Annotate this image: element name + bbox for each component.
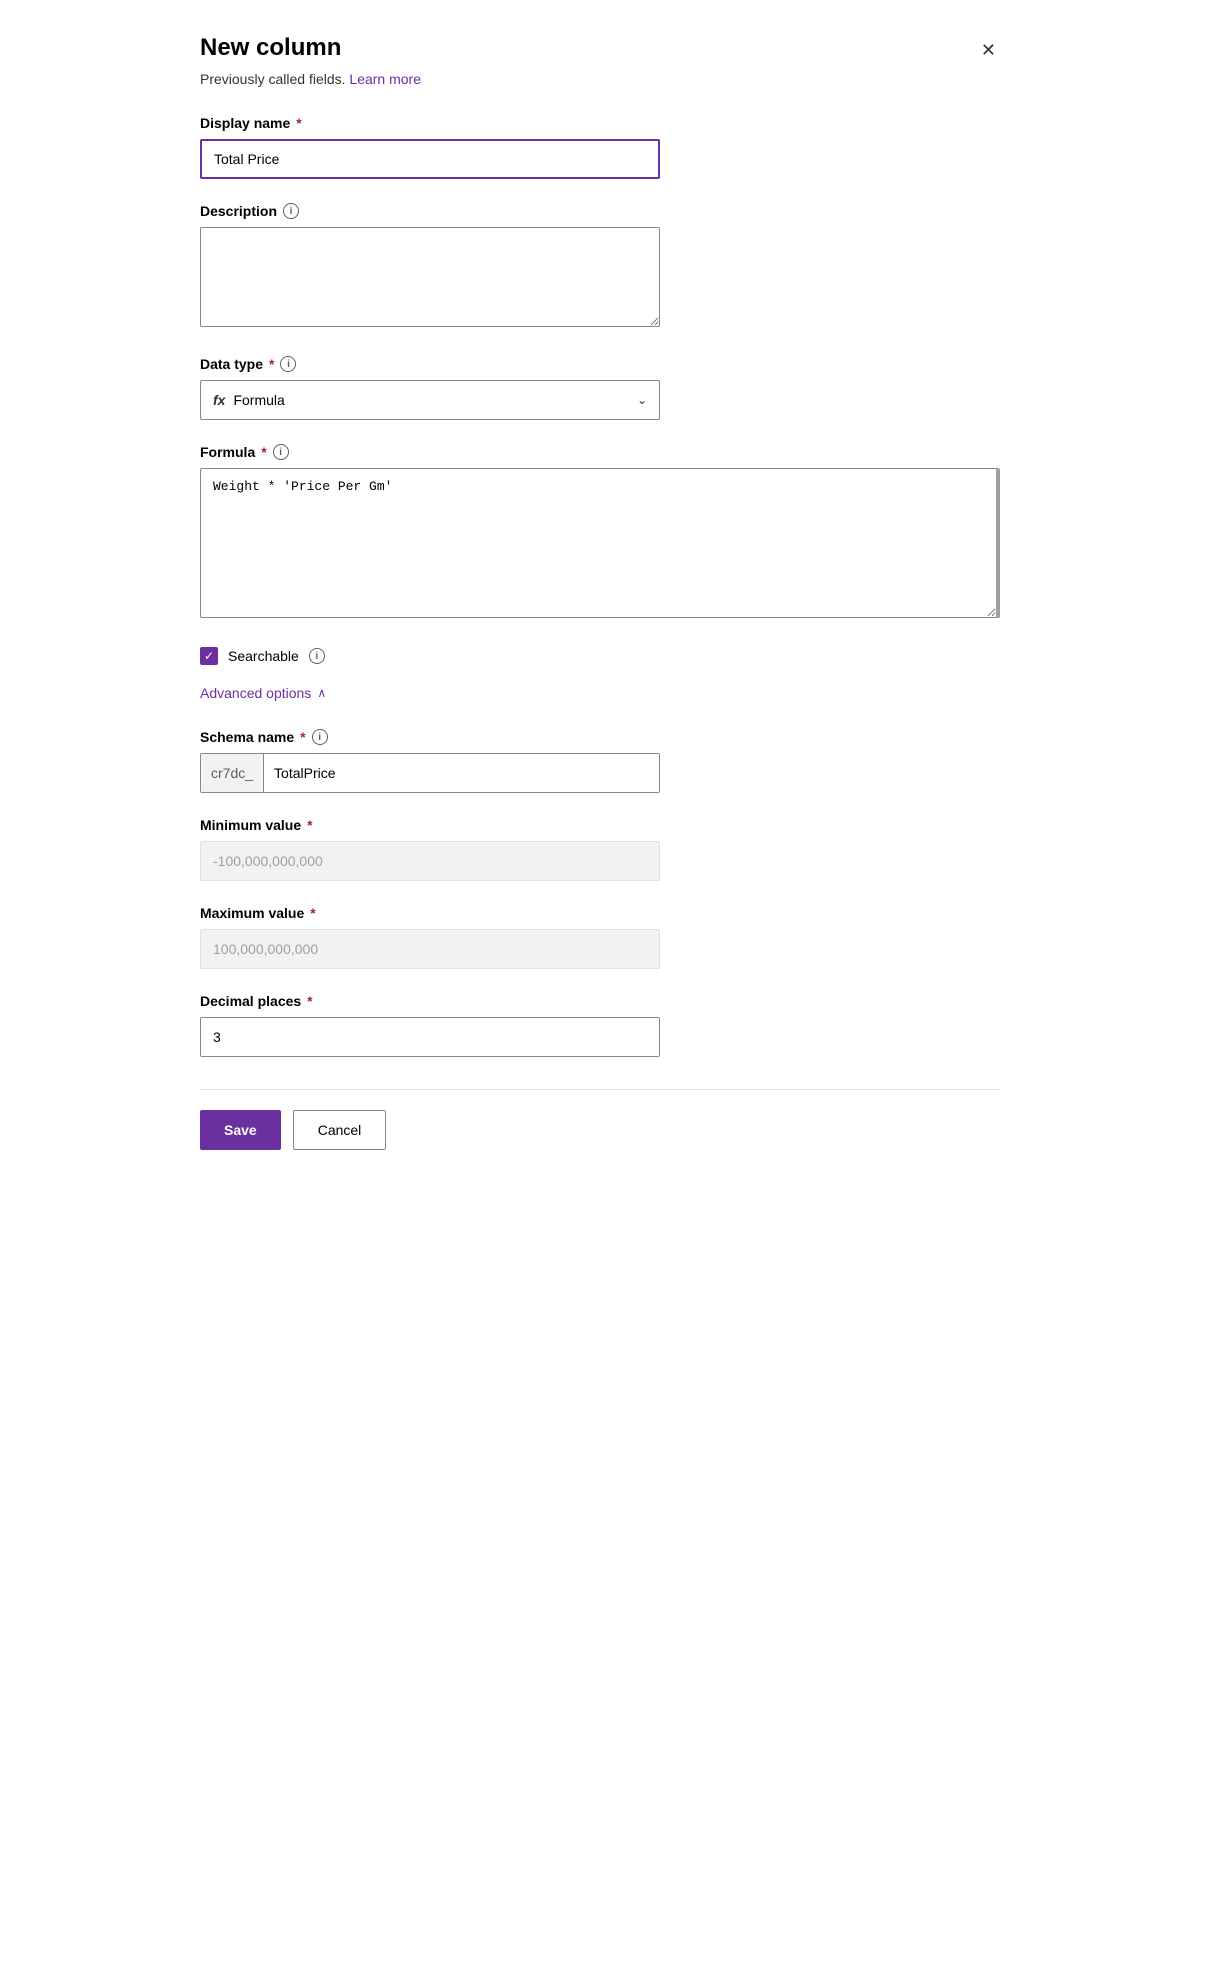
data-type-select-display[interactable]: fx Formula ⌄: [200, 380, 660, 420]
cancel-button[interactable]: Cancel: [293, 1110, 387, 1150]
maximum-value-label: Maximum value *: [200, 905, 1000, 921]
data-type-label: Data type * i: [200, 356, 1000, 372]
schema-name-group: Schema name * i cr7dc_: [200, 729, 1000, 793]
searchable-checkbox[interactable]: ✓: [200, 647, 218, 665]
new-column-panel: New column ✕ Previously called fields. L…: [180, 0, 1040, 1965]
searchable-info-icon[interactable]: i: [309, 648, 325, 664]
minimum-value-input: -100,000,000,000: [200, 841, 660, 881]
data-type-info-icon[interactable]: i: [280, 356, 296, 372]
schema-name-required: *: [300, 729, 305, 745]
display-name-input[interactable]: [200, 139, 660, 179]
schema-name-input[interactable]: [264, 754, 659, 792]
save-button[interactable]: Save: [200, 1110, 281, 1150]
chevron-down-icon: ⌄: [637, 393, 647, 407]
maximum-value-group: Maximum value * 100,000,000,000: [200, 905, 1000, 969]
panel-title: New column: [200, 32, 341, 63]
schema-name-info-icon[interactable]: i: [312, 729, 328, 745]
data-type-select[interactable]: fx Formula ⌄: [200, 380, 660, 420]
formula-required: *: [261, 444, 266, 460]
searchable-label: Searchable: [228, 648, 299, 664]
learn-more-link[interactable]: Learn more: [349, 71, 421, 87]
description-input[interactable]: [200, 227, 660, 327]
display-name-label: Display name *: [200, 115, 1000, 131]
description-info-icon[interactable]: i: [283, 203, 299, 219]
subtitle: Previously called fields. Learn more: [200, 71, 1000, 87]
display-name-required: *: [296, 115, 301, 131]
decimal-places-input[interactable]: [200, 1017, 660, 1057]
display-name-group: Display name *: [200, 115, 1000, 179]
minimum-value-group: Minimum value * -100,000,000,000: [200, 817, 1000, 881]
decimal-places-required: *: [307, 993, 312, 1009]
advanced-options-toggle[interactable]: Advanced options ∧: [200, 685, 326, 701]
minimum-value-required: *: [307, 817, 312, 833]
footer-buttons: Save Cancel: [200, 1110, 1000, 1150]
decimal-places-group: Decimal places *: [200, 993, 1000, 1057]
data-type-value: Formula: [233, 392, 284, 408]
schema-prefix: cr7dc_: [201, 754, 264, 792]
formula-label: Formula * i: [200, 444, 1000, 460]
data-type-required: *: [269, 356, 274, 372]
formula-input[interactable]: Weight * 'Price Per Gm': [200, 468, 1000, 618]
select-left: fx Formula: [213, 392, 285, 408]
decimal-places-label: Decimal places *: [200, 993, 1000, 1009]
minimum-value-label: Minimum value *: [200, 817, 1000, 833]
advanced-chevron-icon: ∧: [317, 686, 326, 700]
close-button[interactable]: ✕: [977, 36, 1000, 65]
data-type-group: Data type * i fx Formula ⌄: [200, 356, 1000, 420]
description-label: Description i: [200, 203, 1000, 219]
schema-name-label: Schema name * i: [200, 729, 1000, 745]
description-group: Description i: [200, 203, 1000, 332]
searchable-row: ✓ Searchable i: [200, 647, 1000, 665]
footer-divider: [200, 1089, 1000, 1090]
advanced-options-label: Advanced options: [200, 685, 311, 701]
maximum-value-input: 100,000,000,000: [200, 929, 660, 969]
checkmark-icon: ✓: [204, 650, 214, 662]
fx-icon: fx: [213, 392, 225, 408]
maximum-value-required: *: [310, 905, 315, 921]
formula-group: Formula * i Weight * 'Price Per Gm': [200, 444, 1000, 623]
schema-name-wrapper: cr7dc_: [200, 753, 660, 793]
formula-info-icon[interactable]: i: [273, 444, 289, 460]
panel-header: New column ✕: [200, 32, 1000, 65]
subtitle-text: Previously called fields.: [200, 71, 346, 87]
